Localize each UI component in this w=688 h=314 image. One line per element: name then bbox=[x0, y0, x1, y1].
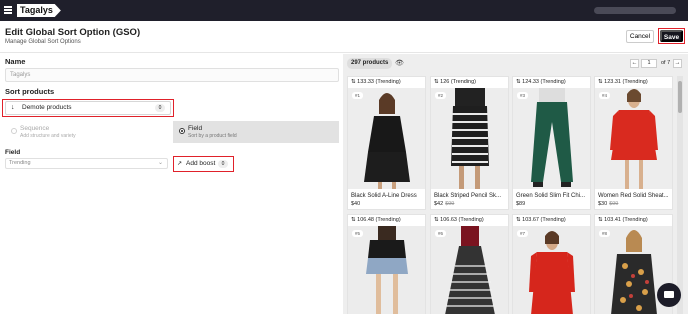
product-title: Black Striped Pencil Sk... bbox=[434, 193, 502, 199]
sequence-subtitle: Add structure and variety bbox=[20, 133, 76, 139]
user-account-menu[interactable] bbox=[594, 7, 676, 14]
page-total-label: of 7 bbox=[661, 60, 671, 66]
position-badge: #3 bbox=[517, 92, 529, 99]
page-title: Edit Global Sort Option (GSO) bbox=[5, 27, 141, 38]
field-option[interactable]: Field Sort by a product field bbox=[173, 121, 339, 143]
save-button[interactable]: Save bbox=[660, 30, 683, 42]
product-card[interactable]: ⇅ 106.63 (Trending) #6 bbox=[430, 214, 509, 314]
trending-score: ⇅ 106.48 (Trending) bbox=[351, 217, 401, 223]
sequence-option[interactable]: Sequence Add structure and variety bbox=[5, 121, 173, 143]
add-boost-label: Add boost bbox=[186, 160, 216, 167]
trending-score: ⇅ 126 (Trending) bbox=[434, 79, 477, 85]
product-image: #2 bbox=[431, 88, 508, 189]
product-card[interactable]: ⇅ 124.33 (Trending) #3 Green Solid Slim … bbox=[512, 76, 591, 210]
product-card[interactable]: ⇅ 123.31 (Trending) #4 Women Red Solid S… bbox=[594, 76, 673, 210]
position-badge: #5 bbox=[352, 230, 364, 237]
top-navigation-bar: Tagalys bbox=[0, 0, 688, 21]
trending-score: ⇅ 123.31 (Trending) bbox=[598, 79, 648, 85]
field-option-subtitle: Sort by a product field bbox=[188, 133, 237, 139]
trending-score: ⇅ 124.33 (Trending) bbox=[516, 79, 566, 85]
sequence-radio[interactable] bbox=[11, 128, 17, 134]
demote-products-button[interactable]: ↓ Demote products 0 bbox=[5, 101, 171, 115]
position-badge: #4 bbox=[599, 92, 611, 99]
preview-scrollbar-thumb[interactable] bbox=[678, 81, 682, 113]
product-image: #1 bbox=[348, 88, 425, 189]
product-card[interactable]: ⇅ 133.33 (Trending) #1 Black Solid A-Lin… bbox=[347, 76, 426, 210]
field-option-title: Field bbox=[188, 125, 203, 132]
header-divider bbox=[0, 52, 688, 53]
product-title: Women Red Solid Sheat... bbox=[598, 193, 669, 199]
product-card[interactable]: ⇅ 103.67 (Trending) #7 bbox=[512, 214, 591, 314]
position-badge: #6 bbox=[435, 230, 447, 237]
next-page-button[interactable]: → bbox=[673, 59, 682, 68]
product-image: #7 bbox=[513, 226, 590, 314]
product-price: $40 bbox=[351, 201, 361, 207]
product-image: #4 bbox=[595, 88, 672, 189]
product-title: Green Solid Slim Fit Chi... bbox=[516, 193, 586, 199]
field-label: Field bbox=[5, 149, 21, 156]
product-title: Black Solid A-Line Dress bbox=[351, 193, 417, 199]
page-number-input[interactable]: 1 bbox=[641, 59, 657, 68]
add-boost-button[interactable]: ↗ Add boost 0 bbox=[176, 158, 231, 170]
trending-score: ⇅ 133.33 (Trending) bbox=[351, 79, 401, 85]
boost-count-badge: 0 bbox=[218, 160, 228, 168]
sort-products-label: Sort products bbox=[5, 87, 55, 96]
product-image: #3 bbox=[513, 88, 590, 189]
trending-score: ⇅ 106.63 (Trending) bbox=[434, 217, 484, 223]
trending-score: ⇅ 103.67 (Trending) bbox=[516, 217, 566, 223]
field-select[interactable]: Trending ⌄ bbox=[5, 158, 168, 169]
sequence-title: Sequence bbox=[20, 125, 50, 132]
arrow-down-icon: ↓ bbox=[11, 104, 15, 111]
product-price: $30 $99 bbox=[598, 201, 619, 207]
position-badge: #7 bbox=[517, 230, 529, 237]
previous-page-button[interactable]: ← bbox=[630, 59, 639, 68]
position-badge: #8 bbox=[599, 230, 611, 237]
field-select-value: Trending bbox=[9, 160, 31, 166]
chevron-down-icon: ⌄ bbox=[157, 160, 163, 166]
product-price: $89 bbox=[516, 201, 526, 207]
demote-products-label: Demote products bbox=[22, 104, 72, 111]
position-badge: #1 bbox=[352, 92, 364, 99]
trending-score: ⇅ 103.41 (Trending) bbox=[598, 217, 648, 223]
name-input[interactable]: Tagalys bbox=[5, 68, 339, 82]
position-badge: #2 bbox=[435, 92, 447, 99]
product-card[interactable]: ⇅ 126 (Trending) #2 Black Striped Pencil… bbox=[430, 76, 509, 210]
product-image: #6 bbox=[431, 226, 508, 314]
product-image: #5 bbox=[348, 226, 425, 314]
product-count-badge: 297 products bbox=[347, 58, 393, 69]
cancel-button[interactable]: Cancel bbox=[626, 30, 654, 43]
product-card[interactable]: ⇅ 106.48 (Trending) #5 bbox=[347, 214, 426, 314]
page-subtitle: Manage Global Sort Options bbox=[5, 39, 81, 45]
field-radio[interactable] bbox=[179, 128, 185, 134]
chat-support-button[interactable] bbox=[657, 283, 681, 307]
name-label: Name bbox=[5, 57, 26, 66]
eye-icon[interactable]: 👁 bbox=[395, 59, 404, 67]
product-price: $42 $99 bbox=[434, 201, 455, 207]
demote-count-badge: 0 bbox=[155, 104, 165, 112]
tagalys-logo[interactable]: Tagalys bbox=[17, 4, 61, 17]
trending-up-icon: ↗ bbox=[177, 161, 183, 167]
menu-icon[interactable] bbox=[4, 6, 12, 14]
